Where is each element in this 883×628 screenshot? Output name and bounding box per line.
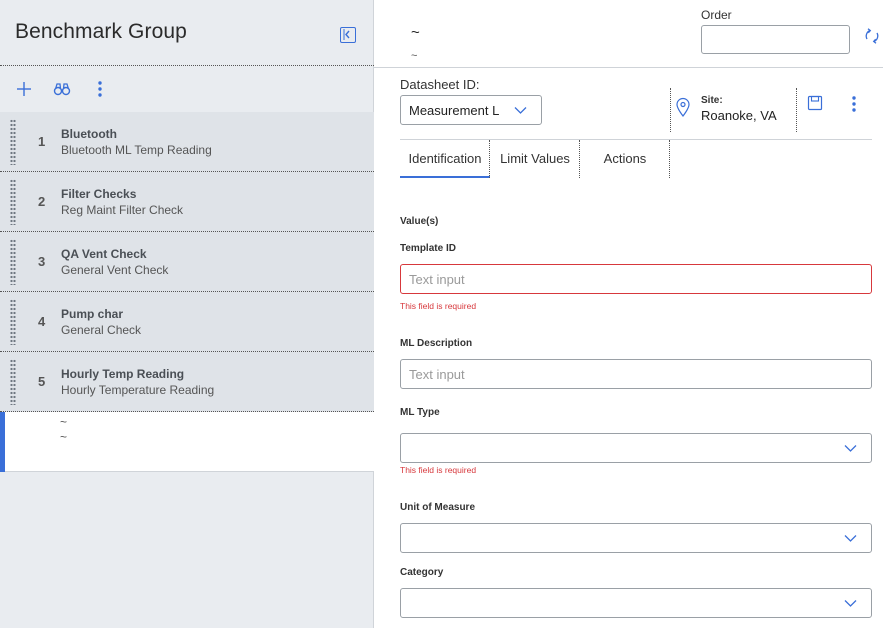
template-id-error: This field is required xyxy=(400,301,477,311)
binoculars-icon[interactable] xyxy=(52,79,72,99)
item-number: 4 xyxy=(38,314,46,329)
section-label: Value(s) xyxy=(400,216,439,227)
ml-type-label: ML Type xyxy=(400,407,440,418)
refresh-icon[interactable] xyxy=(863,27,881,45)
item-number: 5 xyxy=(38,374,46,389)
item-subtitle: General Check xyxy=(61,323,142,337)
add-icon[interactable] xyxy=(14,79,34,99)
left-panel-header: Benchmark Group xyxy=(0,0,374,66)
template-id-label: Template ID xyxy=(400,243,456,254)
unit-of-measure-label: Unit of Measure xyxy=(400,502,476,513)
item-number: 1 xyxy=(38,134,46,149)
category-label: Category xyxy=(400,567,444,578)
item-number: 2 xyxy=(38,194,46,209)
chevron-down-icon xyxy=(514,107,527,114)
item-number: 3 xyxy=(38,254,46,269)
save-icon[interactable] xyxy=(807,95,823,111)
tab-identification[interactable]: Identification xyxy=(400,140,490,178)
more-options-icon[interactable] xyxy=(849,95,859,113)
datasheet-label: Datasheet ID: xyxy=(400,77,480,92)
item-subtitle: General Vent Check xyxy=(61,263,169,277)
tab-divider xyxy=(669,140,670,178)
unit-of-measure-select[interactable] xyxy=(400,523,872,553)
selection-indicator xyxy=(0,412,5,472)
item-subtitle: Hourly Temperature Reading xyxy=(61,383,215,397)
chevron-down-icon xyxy=(844,535,857,542)
drag-handle-icon[interactable] xyxy=(10,299,16,345)
list-item[interactable]: 3 QA Vent Check General Vent Check xyxy=(0,232,374,292)
list-item[interactable]: 4 Pump char General Check xyxy=(0,292,374,352)
list-item[interactable]: 1 Bluetooth Bluetooth ML Temp Reading xyxy=(0,112,374,172)
list-item[interactable]: 5 Hourly Temp Reading Hourly Temperature… xyxy=(0,352,374,412)
more-options-icon[interactable] xyxy=(92,79,112,99)
ml-type-select[interactable] xyxy=(400,433,872,463)
left-toolbar xyxy=(0,66,374,112)
drag-handle-icon[interactable] xyxy=(10,239,16,285)
item-title: Pump char xyxy=(61,307,124,321)
datasheet-select[interactable]: Measurement Lo xyxy=(400,95,542,125)
list-item[interactable]: 2 Filter Checks Reg Maint Filter Check xyxy=(0,172,374,232)
divider xyxy=(796,88,797,132)
new-item-subtitle: ~ xyxy=(60,430,68,444)
order-input[interactable] xyxy=(701,25,850,54)
drag-handle-icon[interactable] xyxy=(10,179,16,225)
tab-limit-values[interactable]: Limit Values xyxy=(490,140,580,178)
collapse-panel-icon[interactable] xyxy=(340,27,356,43)
item-title: Bluetooth xyxy=(61,127,117,141)
chevron-down-icon xyxy=(844,600,857,607)
tab-actions[interactable]: Actions xyxy=(580,140,670,178)
item-title: QA Vent Check xyxy=(61,247,147,261)
divider xyxy=(670,88,671,132)
datasheet-selected-value: Measurement Lo xyxy=(409,103,499,118)
location-pin-icon xyxy=(675,97,691,117)
benchmark-list: 1 Bluetooth Bluetooth ML Temp Reading 2 … xyxy=(0,112,374,472)
left-panel-title: Benchmark Group xyxy=(15,20,187,43)
detail-panel: ~ ~ Order Datasheet ID: Measurement Lo S… xyxy=(374,0,883,628)
chevron-down-icon xyxy=(844,445,857,452)
item-title: Hourly Temp Reading xyxy=(61,367,185,381)
site-label: Site: xyxy=(701,95,723,106)
left-panel: Benchmark Group 1 Bluetooth Bluetooth ML… xyxy=(0,0,374,628)
drag-handle-icon[interactable] xyxy=(10,359,16,405)
item-subtitle: Bluetooth ML Temp Reading xyxy=(61,143,212,157)
item-subtitle: Reg Maint Filter Check xyxy=(61,203,184,217)
order-label: Order xyxy=(701,8,732,22)
new-item-title: ~ xyxy=(60,415,68,429)
header-divider xyxy=(374,67,883,68)
ml-description-label: ML Description xyxy=(400,338,473,349)
category-select[interactable] xyxy=(400,588,872,618)
list-item-selected[interactable]: ~ ~ xyxy=(0,412,374,472)
item-title: Filter Checks xyxy=(61,187,137,201)
ml-type-error: This field is required xyxy=(400,465,477,475)
drag-handle-icon[interactable] xyxy=(10,119,16,165)
ml-description-input[interactable] xyxy=(400,359,872,389)
record-title: ~ xyxy=(411,24,420,41)
site-value: Roanoke, VA xyxy=(701,108,777,123)
template-id-input[interactable] xyxy=(400,264,872,294)
record-subtitle: ~ xyxy=(411,50,418,62)
